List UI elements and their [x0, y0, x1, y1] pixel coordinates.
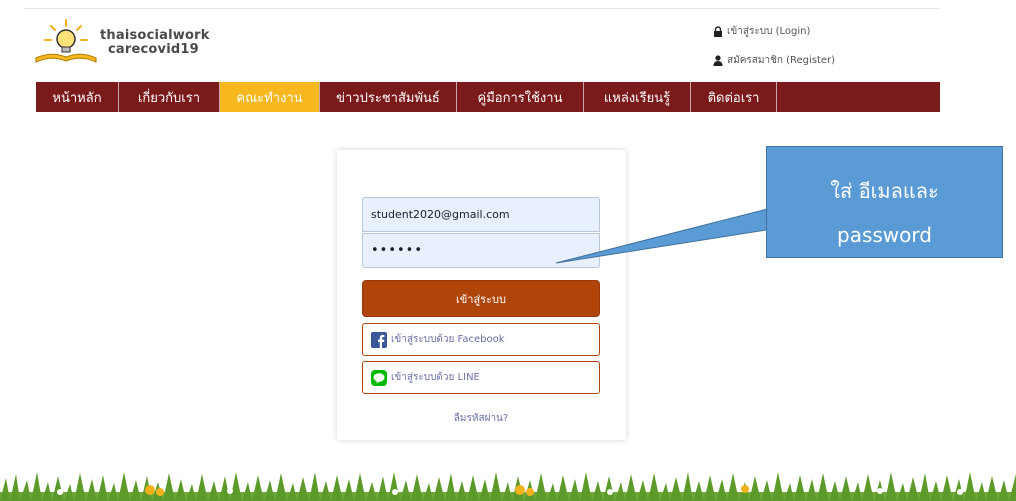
register-link-label: สมัครสมาชิก (Register) [727, 55, 836, 66]
line-icon [371, 369, 387, 386]
callout-line1: ใส่ อีเมลและ [830, 179, 939, 203]
nav-item-label: คณะทำงาน [236, 90, 303, 106]
facebook-login-label: เข้าสู่ระบบด้วย Facebook [391, 334, 505, 345]
forgot-password-link[interactable]: ลืมรหัสผ่าน? [362, 411, 600, 426]
facebook-icon [371, 331, 387, 348]
logo-line1: thaisocialwork [100, 28, 210, 43]
nav-item-home[interactable]: หน้าหลัก [36, 82, 119, 112]
annotation-callout: ใส่ อีเมลและ password [766, 146, 1003, 258]
nav-item-label: แหล่งเรียนรู้ [603, 90, 671, 106]
login-link[interactable]: เข้าสู่ระบบ (Login) [713, 24, 810, 39]
facebook-login-button[interactable]: เข้าสู่ระบบด้วย Facebook [362, 323, 600, 356]
main-nav: หน้าหลัก เกี่ยวกับเรา คณะทำงาน ข่าวประชา… [36, 82, 940, 112]
forgot-password-label: ลืมรหัสผ่าน? [453, 413, 509, 424]
grass-footer-decoration [0, 472, 1016, 501]
line-login-button[interactable]: เข้าสู่ระบบด้วย LINE [362, 361, 600, 394]
nav-item-news[interactable]: ข่าวประชาสัมพันธ์ [320, 82, 457, 112]
logo-line2: carecovid19 [108, 42, 199, 57]
login-link-label: เข้าสู่ระบบ (Login) [727, 26, 811, 37]
nav-item-label: เกี่ยวกับเรา [137, 90, 201, 106]
logo-text[interactable]: thaisocialwork carecovid19 [100, 29, 210, 57]
email-field[interactable] [362, 197, 600, 232]
login-button-label: เข้าสู่ระบบ [456, 292, 506, 306]
nav-item-about[interactable]: เกี่ยวกับเรา [119, 82, 220, 112]
login-button[interactable]: เข้าสู่ระบบ [362, 280, 600, 317]
register-link[interactable]: สมัครสมาชิก (Register) [713, 53, 835, 68]
nav-item-contact[interactable]: ติดต่อเรา [691, 82, 777, 112]
nav-item-manual[interactable]: คู่มือการใช้งาน [457, 82, 584, 112]
nav-item-learning[interactable]: แหล่งเรียนรู้ [584, 82, 691, 112]
password-field[interactable] [362, 233, 600, 268]
callout-line2: password [837, 223, 932, 247]
nav-item-team[interactable]: คณะทำงาน [220, 82, 320, 112]
line-login-label: เข้าสู่ระบบด้วย LINE [391, 372, 480, 383]
user-icon [713, 55, 723, 66]
header-divider [24, 8, 940, 9]
nav-item-label: ข่าวประชาสัมพันธ์ [336, 90, 440, 106]
nav-item-label: ติดต่อเรา [707, 90, 760, 106]
nav-item-label: คู่มือการใช้งาน [477, 90, 563, 106]
nav-item-label: หน้าหลัก [52, 90, 102, 106]
lock-icon [714, 26, 722, 37]
